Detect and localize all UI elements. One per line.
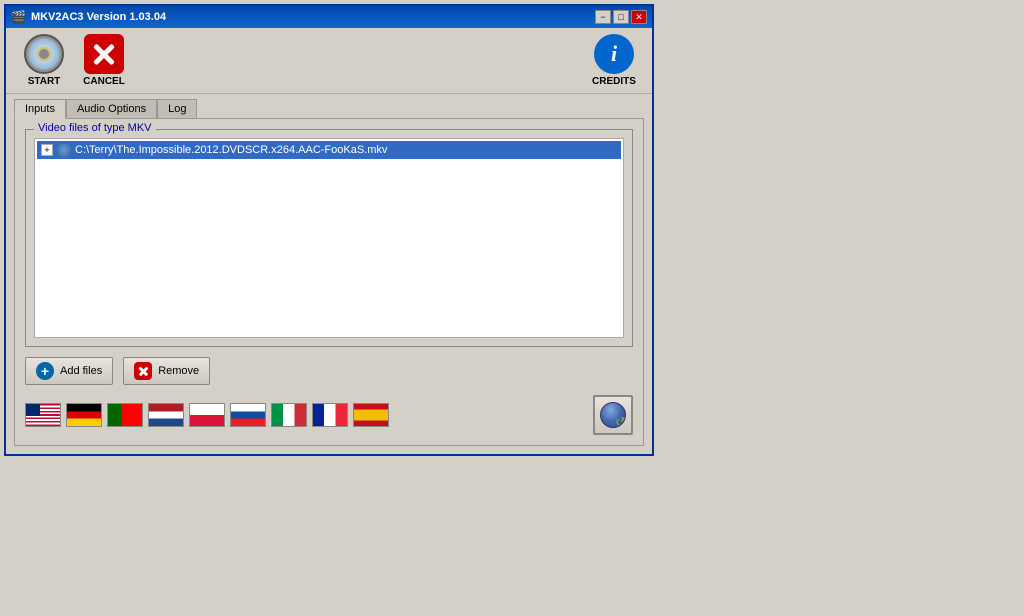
restore-button[interactable]: □ — [613, 10, 629, 24]
add-files-button[interactable]: + Add files — [25, 357, 113, 385]
start-label: START — [28, 76, 61, 87]
info-icon: i — [594, 34, 634, 74]
flag-nl[interactable] — [148, 403, 184, 427]
file-action-buttons: + Add files Remove — [25, 357, 633, 385]
content-area: Video files of type MKV + C:\Terry\The.I… — [14, 118, 644, 446]
file-path: C:\Terry\The.Impossible.2012.DVDSCR.x264… — [75, 144, 387, 156]
main-window: 🎬 MKV2AC3 Version 1.03.04 − □ ✕ START CA… — [4, 4, 654, 456]
tab-log[interactable]: Log — [157, 99, 197, 119]
dvd-icon — [24, 34, 64, 74]
flag-de[interactable] — [66, 403, 102, 427]
flag-pt[interactable] — [107, 403, 143, 427]
title-bar-icon: 🎬 — [11, 10, 26, 24]
flags-row — [25, 395, 633, 435]
title-bar: 🎬 MKV2AC3 Version 1.03.04 − □ ✕ — [6, 6, 652, 28]
cancel-label: CANCEL — [83, 76, 125, 87]
tab-audio-options[interactable]: Audio Options — [66, 99, 157, 119]
flag-it[interactable] — [271, 403, 307, 427]
files-group: Video files of type MKV + C:\Terry\The.I… — [25, 129, 633, 347]
window-title: MKV2AC3 Version 1.03.04 — [31, 11, 166, 23]
close-button[interactable]: ✕ — [631, 10, 647, 24]
remove-x-icon — [134, 362, 152, 380]
tab-inputs[interactable]: Inputs — [14, 99, 66, 119]
files-group-label: Video files of type MKV — [34, 122, 156, 134]
add-files-label: Add files — [60, 365, 102, 377]
file-icon — [57, 143, 71, 157]
start-button[interactable]: START — [14, 32, 74, 89]
credits-button[interactable]: i CREDITS — [584, 32, 644, 89]
world-icon — [600, 402, 626, 428]
credits-label: CREDITS — [592, 76, 636, 87]
flag-fr[interactable] — [312, 403, 348, 427]
cancel-button[interactable]: CANCEL — [74, 32, 134, 89]
minimize-button[interactable]: − — [595, 10, 611, 24]
add-icon: + — [36, 362, 54, 380]
toolbar: START CANCEL i CREDITS — [6, 28, 652, 94]
flag-es[interactable] — [353, 403, 389, 427]
flag-sk[interactable] — [230, 403, 266, 427]
remove-label: Remove — [158, 365, 199, 377]
expand-button[interactable]: + — [41, 144, 53, 156]
flag-us[interactable] — [25, 403, 61, 427]
refresh-world-button[interactable] — [593, 395, 633, 435]
tab-strip: Inputs Audio Options Log — [6, 94, 652, 118]
remove-button[interactable]: Remove — [123, 357, 210, 385]
flag-pl[interactable] — [189, 403, 225, 427]
files-list[interactable]: + C:\Terry\The.Impossible.2012.DVDSCR.x2… — [34, 138, 624, 338]
file-list-item[interactable]: + C:\Terry\The.Impossible.2012.DVDSCR.x2… — [37, 141, 621, 159]
cancel-x-icon — [84, 34, 124, 74]
